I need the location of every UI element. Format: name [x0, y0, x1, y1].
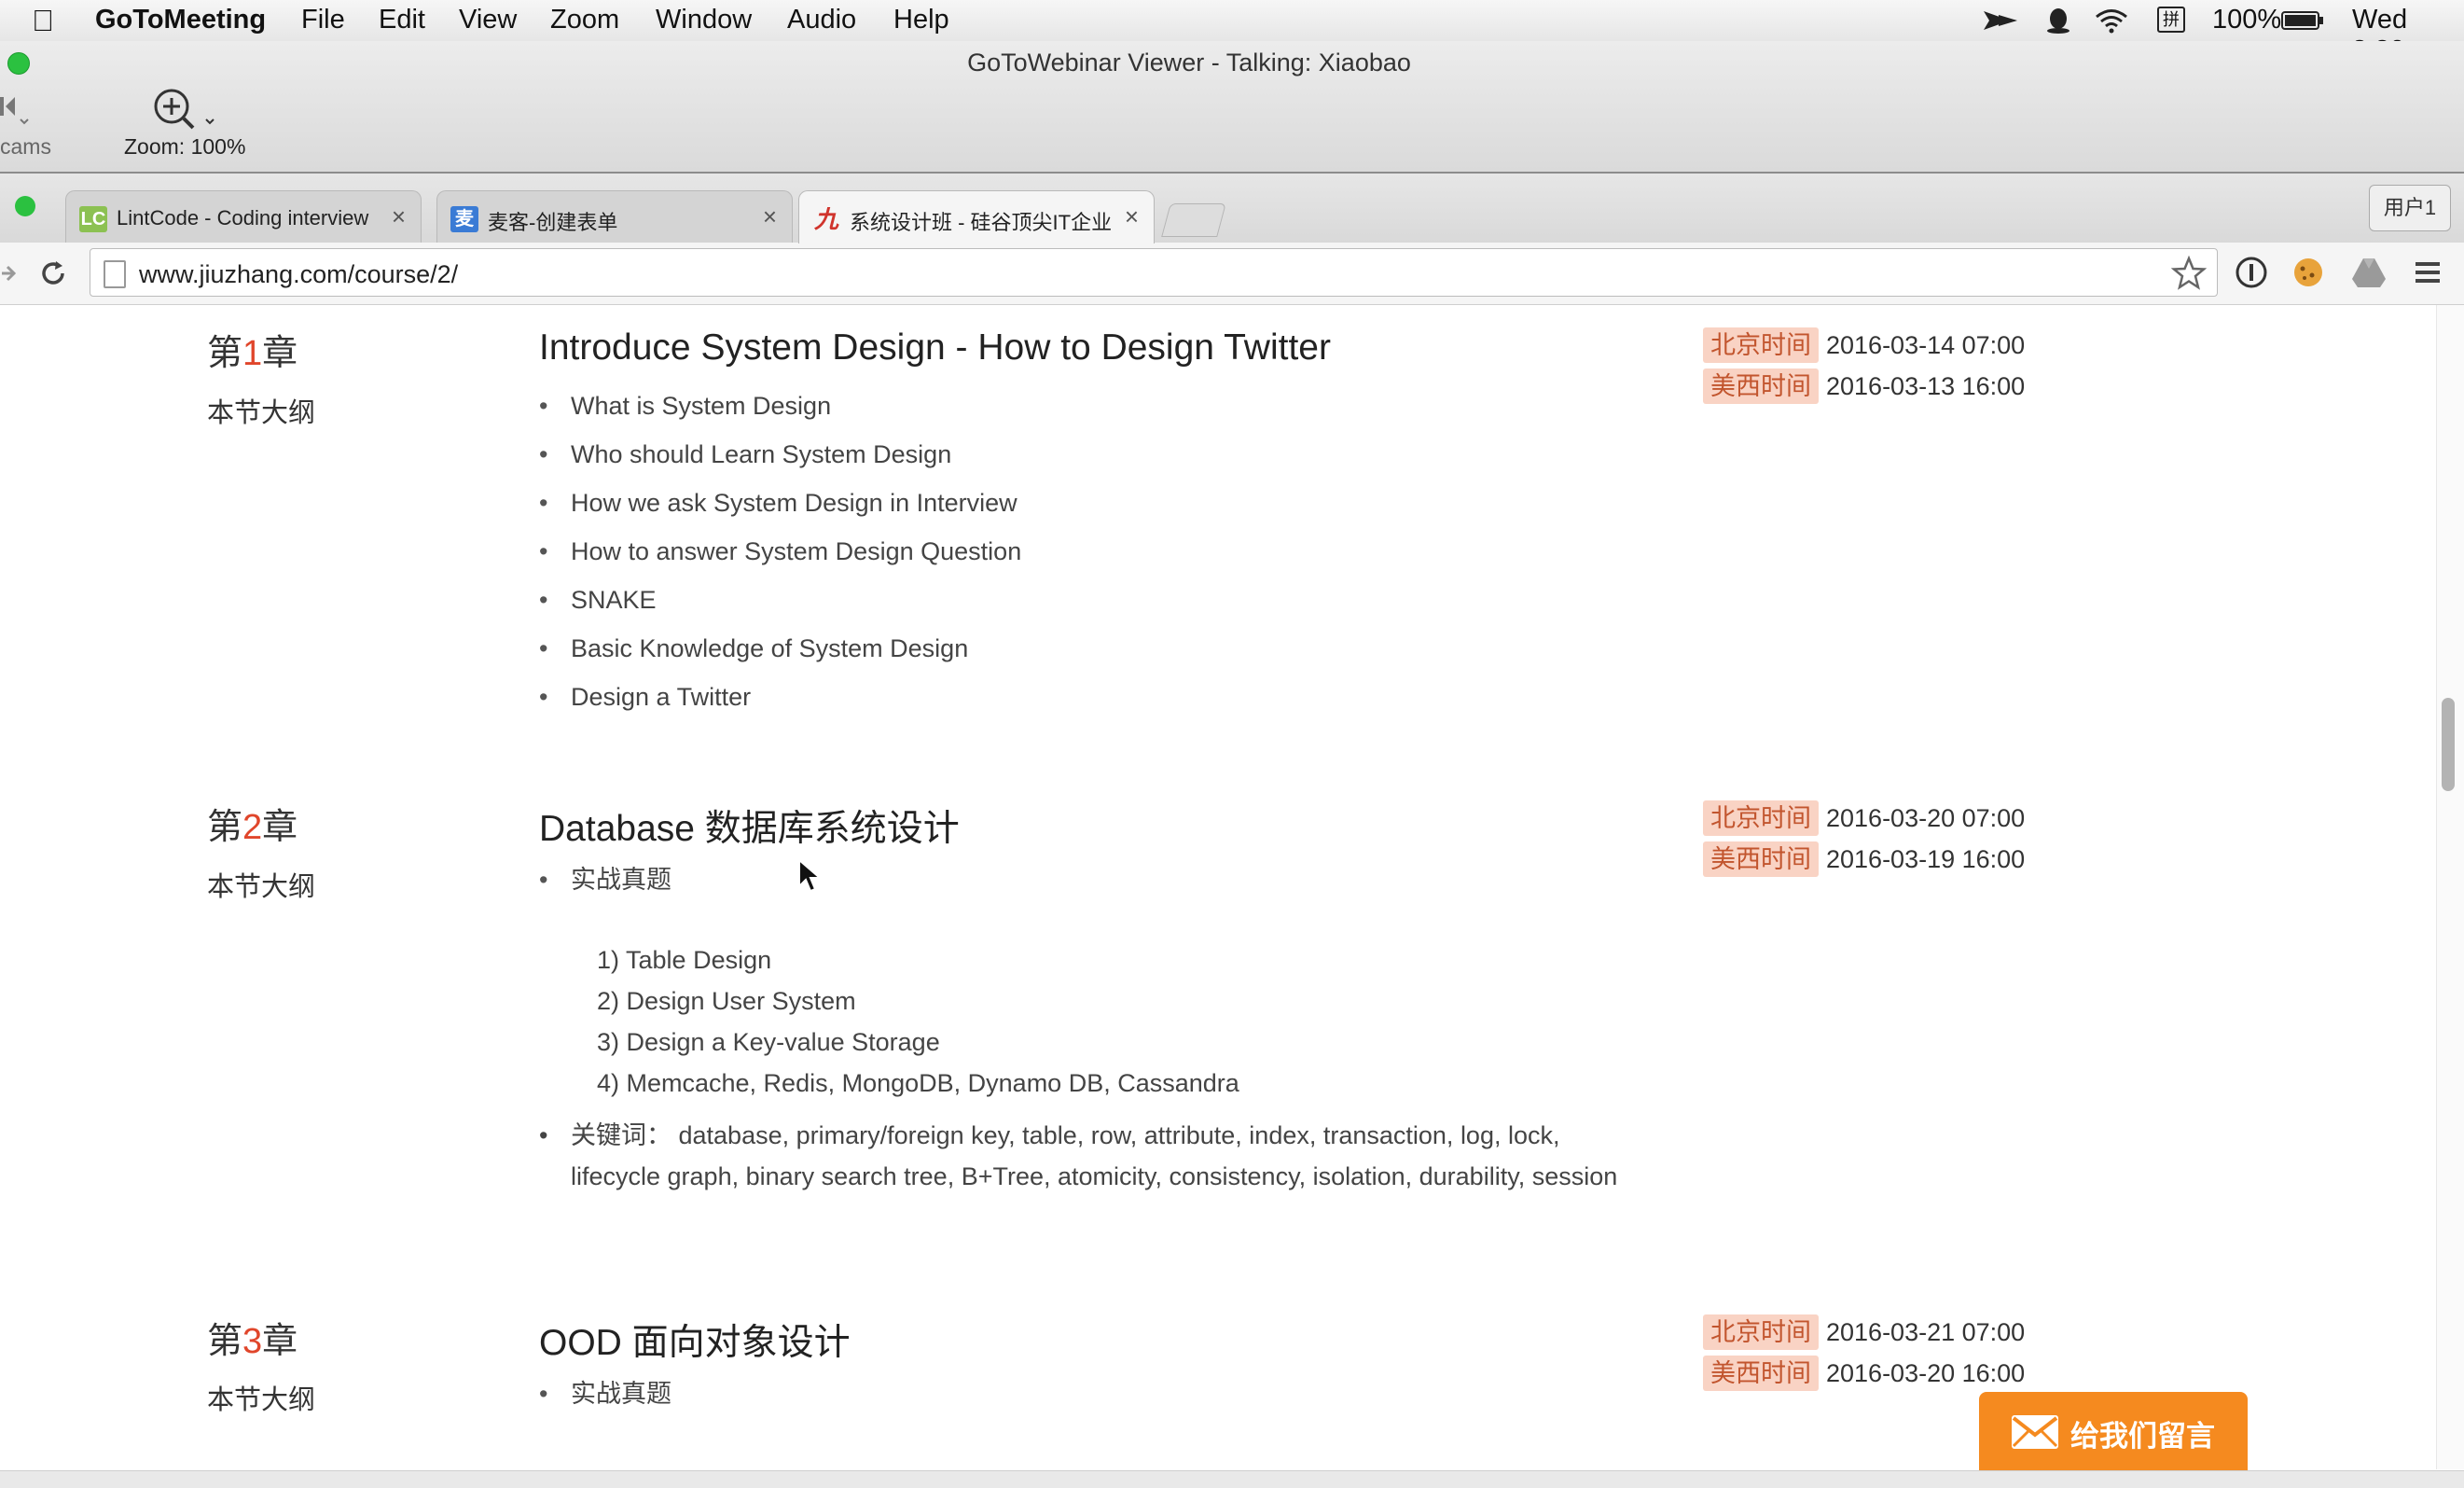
chapter-2-topics: 实战真题 — [539, 863, 671, 911]
viewer-window-toolbar: GoToWebinar Viewer - Talking: Xiaobao ca… — [0, 41, 2464, 174]
jiuzhang-favicon-icon: 九 — [813, 205, 838, 233]
list-item: 2) Design User System — [597, 987, 856, 1015]
menu-zoom[interactable]: Zoom — [550, 5, 619, 35]
maike-favicon-icon: 麦 — [450, 206, 478, 232]
chrome-menu-icon[interactable] — [2414, 259, 2442, 285]
forward-icon[interactable] — [0, 261, 17, 285]
battery-percent: 100% — [2212, 5, 2282, 35]
leave-message-label: 给我们留言 — [2070, 1420, 2215, 1453]
browser-tab-strip: LC LintCode - Coding interview × 麦 麦客-创建… — [0, 174, 2464, 243]
menu-edit[interactable]: Edit — [379, 5, 425, 35]
chapter-2-title: Database 数据库系统设计 — [539, 809, 960, 849]
chapter-3-beijing-time: 北京时间 2016-03-21 07:00 — [1703, 1314, 2025, 1350]
list-item: Design a Twitter — [539, 680, 1021, 729]
envelope-icon — [2012, 1415, 2058, 1449]
chapter-3-west-time: 美西时间 2016-03-20 16:00 — [1703, 1356, 2025, 1391]
google-drive-icon[interactable] — [2350, 256, 2388, 289]
tab-jiuzhang-system-design[interactable]: 九 系统设计班 - 硅谷顶尖IT企业 × — [798, 190, 1155, 243]
wifi-icon[interactable] — [2094, 7, 2129, 34]
chapter-1-beijing-time: 北京时间 2016-03-14 07:00 — [1703, 327, 2025, 363]
course-page-content: 第1章 本节大纲 Introduce System Design - How t… — [0, 305, 2464, 1469]
chapter-1-outline-label: 本节大纲 — [207, 398, 316, 428]
close-icon[interactable]: × — [1125, 202, 1139, 231]
mouse-cursor-icon — [798, 858, 823, 893]
close-icon[interactable]: × — [763, 202, 777, 231]
chapter-2-beijing-time: 北京时间 2016-03-20 07:00 — [1703, 800, 2025, 836]
chapter-1-title: Introduce System Design - How to Design … — [539, 327, 1331, 368]
menu-window[interactable]: Window — [656, 5, 752, 35]
chapter-2-outline-label: 本节大纲 — [207, 872, 316, 902]
chapter-3-topics: 实战真题 — [539, 1377, 671, 1425]
menu-file[interactable]: File — [301, 5, 345, 35]
west-time-badge: 美西时间 — [1703, 369, 1819, 404]
menu-help[interactable]: Help — [893, 5, 949, 35]
list-item: Who should Learn System Design — [539, 438, 1021, 486]
new-tab-button[interactable] — [1161, 203, 1226, 237]
reload-icon[interactable] — [37, 257, 69, 289]
tab-maike-form[interactable]: 麦 麦客-创建表单 × — [436, 190, 793, 243]
airplane-icon[interactable] — [1982, 7, 2019, 34]
beijing-time-badge: 北京时间 — [1703, 1314, 1819, 1350]
list-item: Basic Knowledge of System Design — [539, 632, 1021, 680]
list-item: 实战真题 — [539, 1377, 671, 1425]
viewer-window-title: GoToWebinar Viewer - Talking: Xiaobao — [967, 49, 1411, 76]
west-time-badge: 美西时间 — [1703, 1356, 1819, 1391]
address-bar[interactable]: www.jiuzhang.com/course/2/ — [90, 248, 2218, 297]
list-item: 3) Design a Key-value Storage — [597, 1028, 940, 1056]
list-item: 4) Memcache, Redis, MongoDB, Dynamo DB, … — [597, 1069, 1239, 1097]
browser-toolbar: www.jiuzhang.com/course/2/ — [0, 243, 2464, 305]
mac-menu-bar:  GoToMeeting File Edit View Zoom Window… — [0, 0, 2464, 65]
browser-window-button[interactable] — [15, 196, 35, 216]
profile-button[interactable]: 用户1 — [2369, 185, 2451, 231]
list-item: How we ask System Design in Interview — [539, 486, 1021, 535]
window-bottom-edge — [0, 1470, 2464, 1488]
input-method-icon[interactable]: 拼 — [2157, 7, 2185, 33]
chapter-3-label: 第3章 — [207, 1322, 298, 1361]
menu-view[interactable]: View — [459, 5, 517, 35]
chapter-2-keywords: 关键词： database, primary/foreign key, tabl… — [539, 1115, 1634, 1197]
menu-app-name[interactable]: GoToMeeting — [95, 5, 266, 35]
list-item: How to answer System Design Question — [539, 535, 1021, 583]
bookmark-star-icon[interactable] — [2171, 256, 2207, 291]
close-icon[interactable]: × — [392, 202, 406, 231]
chapter-1-label: 第1章 — [207, 334, 298, 373]
list-item: What is System Design — [539, 389, 1021, 438]
tab-lintcode[interactable]: LC LintCode - Coding interview × — [65, 190, 422, 243]
chapter-3-outline-label: 本节大纲 — [207, 1385, 316, 1415]
zoom-level-label: Zoom: 100% — [124, 134, 246, 159]
west-time-badge: 美西时间 — [1703, 841, 1819, 877]
url-text[interactable]: www.jiuzhang.com/course/2/ — [139, 260, 458, 289]
page-icon — [104, 260, 126, 288]
chapter-2-west-time: 美西时间 2016-03-19 16:00 — [1703, 841, 2025, 877]
list-item: 1) Table Design — [597, 946, 772, 974]
tab-label: LintCode - Coding interview — [117, 206, 369, 229]
tab-label: 麦客-创建表单 — [488, 211, 618, 234]
password-manager-icon[interactable] — [2235, 256, 2268, 289]
beijing-time-badge: 北京时间 — [1703, 800, 1819, 836]
chapter-1-west-time: 美西时间 2016-03-13 16:00 — [1703, 369, 2025, 404]
page-scrollbar-thumb[interactable] — [2442, 698, 2455, 791]
cookie-extension-icon[interactable] — [2291, 256, 2326, 289]
apple-icon[interactable]:  — [32, 4, 54, 38]
cams-label: cams — [0, 134, 51, 159]
menu-audio[interactable]: Audio — [787, 5, 856, 35]
lintcode-favicon-icon: LC — [79, 206, 107, 232]
tab-label: 系统设计班 - 硅谷顶尖IT企业 — [850, 211, 1111, 234]
page-scrollbar-track[interactable] — [2436, 305, 2464, 1469]
chapter-3-title: OOD 面向对象设计 — [539, 1323, 851, 1363]
list-item: 实战真题 — [539, 863, 671, 911]
battery-icon[interactable] — [2281, 7, 2324, 34]
list-item: SNAKE — [539, 583, 1021, 632]
chapter-1-topics: What is System Design Who should Learn S… — [539, 389, 1021, 729]
leave-message-button[interactable]: 给我们留言 — [1979, 1392, 2248, 1474]
chapter-2-label: 第2章 — [207, 808, 298, 847]
beijing-time-badge: 北京时间 — [1703, 327, 1819, 363]
qq-icon[interactable] — [2044, 7, 2072, 34]
chapter-2-subitems: 1) Table Design 2) Design User System 3)… — [597, 943, 1239, 1107]
